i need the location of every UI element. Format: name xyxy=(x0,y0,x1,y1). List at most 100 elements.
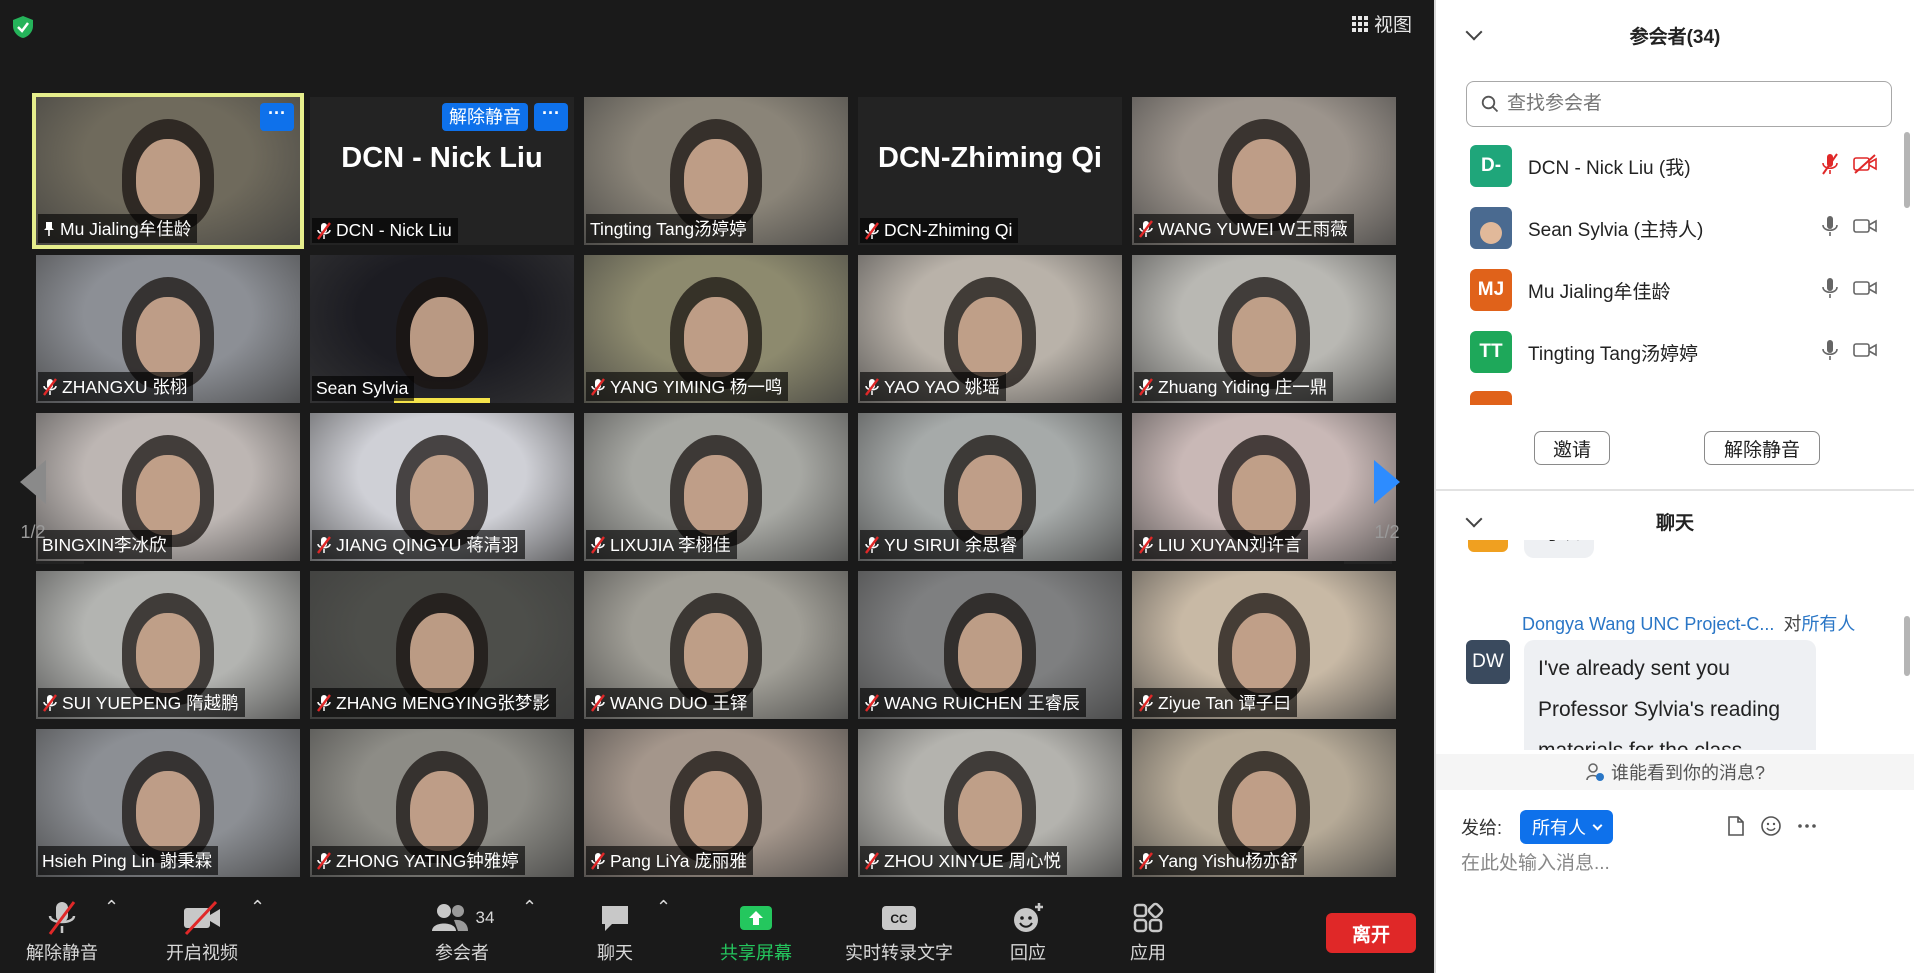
participants-count: 34 xyxy=(475,908,495,927)
participant-row-partial[interactable] xyxy=(1470,391,1512,405)
participant-row[interactable]: Sean Sylvia (主持人) xyxy=(1436,197,1902,259)
participant-search-input[interactable] xyxy=(1507,93,1867,115)
participant-name: Hsieh Ping Lin 謝秉霖 xyxy=(42,851,213,871)
participant-name: Zhuang Yiding 庄一鼎 xyxy=(1158,377,1328,397)
audio-options-caret[interactable]: ⌃ xyxy=(104,897,119,918)
mic-muted-icon xyxy=(43,377,57,396)
video-tile[interactable]: Pang LiYa 庞丽雅 xyxy=(584,729,848,877)
participant-name: LIXUJIA 李栩佳 xyxy=(610,535,731,555)
video-tile[interactable]: DCN-Zhiming Qi DCN-Zhiming Qi xyxy=(858,97,1122,245)
message-sender[interactable]: Dongya Wang UNC Project-C... xyxy=(1522,614,1774,634)
video-tile[interactable]: LIU XUYAN刘许言 xyxy=(1132,413,1396,561)
who-can-see-link[interactable]: 谁能看到你的消息? xyxy=(1436,754,1914,790)
tile-more-options-button[interactable]: ··· xyxy=(534,103,568,131)
video-tile[interactable]: BINGXIN李冰欣 xyxy=(36,413,300,561)
tile-more-options-button[interactable]: ··· xyxy=(260,103,294,131)
message-audience[interactable]: 所有人 xyxy=(1801,614,1855,634)
mic-muted-icon[interactable] xyxy=(1820,152,1840,176)
tile-unmute-button[interactable]: 解除静音 xyxy=(442,103,528,131)
unmute-me-button[interactable]: 解除静音 xyxy=(1704,431,1820,465)
participant-row[interactable]: MJ Mu Jialing牟佳龄 xyxy=(1436,259,1902,321)
mic-muted-icon xyxy=(317,851,331,870)
video-camera-icon[interactable] xyxy=(1852,216,1878,236)
security-shield-icon[interactable] xyxy=(10,14,36,40)
chat-button[interactable]: 聊天 xyxy=(590,897,640,965)
tile-name-label: LIU XUYAN刘许言 xyxy=(1134,530,1308,559)
tile-name-label: WANG RUICHEN 王睿辰 xyxy=(860,688,1086,717)
video-tile[interactable]: Sean Sylvia xyxy=(310,255,574,403)
invite-button[interactable]: 邀请 xyxy=(1534,431,1610,465)
participant-list-scrollbar[interactable] xyxy=(1904,132,1910,208)
video-tile[interactable]: YAO YAO 姚瑶 xyxy=(858,255,1122,403)
recipient-dropdown[interactable]: 所有人 xyxy=(1520,810,1614,844)
unmute-button[interactable]: 解除静音 xyxy=(22,897,102,965)
tile-name-label: YANG YIMING 杨一鸣 xyxy=(586,372,789,401)
video-off-icon[interactable] xyxy=(1852,153,1878,174)
participant-face xyxy=(136,297,200,377)
chat-scrollbar[interactable] xyxy=(1904,616,1910,676)
mic-muted-icon xyxy=(317,535,331,554)
video-camera-icon[interactable] xyxy=(1852,278,1878,298)
video-camera-icon[interactable] xyxy=(1852,340,1878,360)
participant-name: WANG RUICHEN 王睿辰 xyxy=(884,693,1080,713)
video-tile[interactable]: ZHANG MENGYING张梦影 xyxy=(310,571,574,719)
chat-options-caret[interactable]: ⌃ xyxy=(656,897,671,918)
video-tile[interactable]: Ziyue Tan 谭子曰 xyxy=(1132,571,1396,719)
prev-page-button[interactable]: 1/2 xyxy=(20,460,46,543)
video-tile[interactable]: YANG YIMING 杨一鸣 xyxy=(584,255,848,403)
mic-icon[interactable] xyxy=(1820,214,1840,238)
video-tile[interactable]: Tingting Tang汤婷婷 xyxy=(584,97,848,245)
more-options-icon[interactable] xyxy=(1796,815,1818,837)
reactions-button[interactable]: 回应 xyxy=(1006,897,1050,965)
emoji-icon[interactable] xyxy=(1760,815,1782,837)
page-indicator-left: 1/2 xyxy=(20,522,46,542)
participant-search-box[interactable] xyxy=(1466,81,1892,127)
video-tile[interactable]: Hsieh Ping Lin 謝秉霖 xyxy=(36,729,300,877)
video-tile[interactable]: Yang Yishu杨亦舒 xyxy=(1132,729,1396,877)
video-tile[interactable]: LIXUJIA 李栩佳 xyxy=(584,413,848,561)
leave-button[interactable]: 离开 xyxy=(1326,913,1416,953)
participant-face xyxy=(958,613,1022,693)
message-line: Professor Sylvia's reading xyxy=(1538,698,1781,721)
video-tile[interactable]: ZHANGXU 张栩 xyxy=(36,255,300,403)
file-icon[interactable] xyxy=(1726,815,1746,837)
video-tile[interactable]: WANG YUWEI W王雨薇 xyxy=(1132,97,1396,245)
chat-message-input[interactable] xyxy=(1461,853,1891,875)
live-transcript-button[interactable]: CC 实时转录文字 xyxy=(838,897,960,965)
video-tile[interactable]: DCN - Nick Liu 解除静音 ··· DCN - Nick Liu xyxy=(310,97,574,245)
mic-muted-icon xyxy=(865,377,879,396)
mic-icon[interactable] xyxy=(1820,338,1840,362)
start-video-button[interactable]: 开启视频 xyxy=(160,897,244,965)
avatar: D- xyxy=(1470,145,1512,187)
mic-icon[interactable] xyxy=(1820,276,1840,300)
next-page-button[interactable]: 1/2 xyxy=(1374,460,1400,543)
video-tile[interactable]: ··· Mu Jialing牟佳龄 xyxy=(32,93,304,249)
video-tile[interactable]: WANG DUO 王铎 xyxy=(584,571,848,719)
participants-icon xyxy=(431,904,468,931)
video-tile[interactable]: YU SIRUI 余思睿 xyxy=(858,413,1122,561)
video-tile[interactable]: JIANG QINGYU 蒋清羽 xyxy=(310,413,574,561)
mic-muted-icon xyxy=(865,851,879,870)
participant-name: ZHONG YATING钟雅婷 xyxy=(336,851,519,871)
side-panel: 参会者(34) D- DCN - Nick Liu (我) Sean Sylvia … xyxy=(1434,0,1914,973)
video-tile[interactable]: WANG RUICHEN 王睿辰 xyxy=(858,571,1122,719)
prev-message-text: 可以 xyxy=(1538,540,1580,544)
video-options-caret[interactable]: ⌃ xyxy=(250,897,265,918)
apps-button[interactable]: 应用 xyxy=(1126,897,1170,965)
participant-row[interactable]: D- DCN - Nick Liu (我) xyxy=(1436,135,1902,197)
view-button[interactable]: 视图 xyxy=(1351,10,1412,37)
live-transcript-label: 实时转录文字 xyxy=(845,943,953,963)
participant-row[interactable]: TT Tingting Tang汤婷婷 xyxy=(1436,321,1902,383)
video-tile[interactable]: ZHONG YATING钟雅婷 xyxy=(310,729,574,877)
video-tile[interactable]: SUI YUEPENG 隋越鹏 xyxy=(36,571,300,719)
share-screen-button[interactable]: 共享屏幕 xyxy=(712,897,800,965)
prev-sender-avatar xyxy=(1468,540,1508,552)
avatar: TT xyxy=(1470,331,1512,373)
mic-muted-icon xyxy=(1139,377,1153,396)
video-tile[interactable]: Zhuang Yiding 庄一鼎 xyxy=(1132,255,1396,403)
video-tile[interactable]: ZHOU XINYUE 周心悦 xyxy=(858,729,1122,877)
participants-options-caret[interactable]: ⌃ xyxy=(522,897,537,918)
mic-muted-icon xyxy=(48,901,76,935)
participants-button[interactable]: 34 参会者 xyxy=(418,897,506,965)
participant-face xyxy=(958,297,1022,377)
